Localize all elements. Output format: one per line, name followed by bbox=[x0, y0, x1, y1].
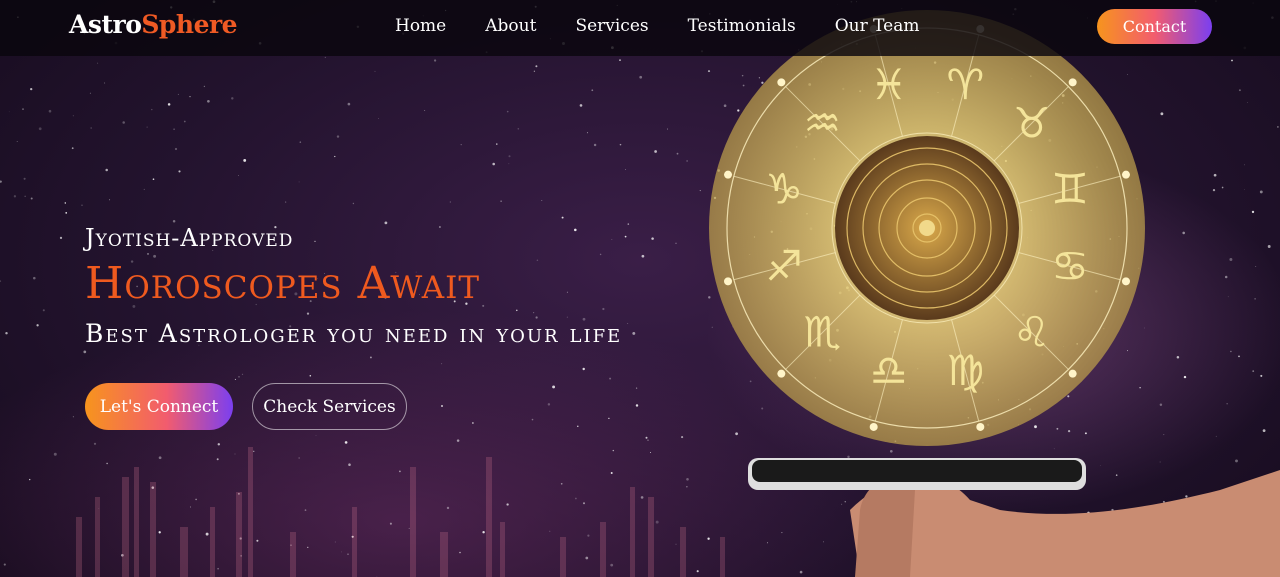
zodiac-glyph-icon: ♈ bbox=[946, 60, 984, 109]
zodiac-glyph-icon: ♐ bbox=[765, 241, 803, 290]
hero-headline: Horoscopes Await bbox=[85, 258, 481, 309]
lets-connect-button[interactable]: Let's Connect bbox=[85, 383, 233, 430]
nav-home[interactable]: Home bbox=[395, 16, 446, 36]
nav-menu: Home About Services Testimonials Our Tea… bbox=[395, 16, 959, 36]
contact-button[interactable]: Contact bbox=[1097, 9, 1212, 44]
zodiac-glyph-icon: ♏ bbox=[804, 308, 842, 357]
zodiac-glyph-icon: ♉ bbox=[1013, 98, 1051, 147]
nav-testimonials[interactable]: Testimonials bbox=[688, 16, 796, 36]
brand-logo[interactable]: AstroSphere bbox=[69, 10, 238, 39]
zodiac-glyph-icon: ♋ bbox=[1051, 241, 1089, 290]
nav-services[interactable]: Services bbox=[575, 16, 648, 36]
zodiac-glyph-icon: ♎ bbox=[870, 346, 908, 395]
hero-subline: Best Astrologer you need in your life bbox=[85, 319, 623, 348]
zodiac-glyph-icon: ♊ bbox=[1051, 165, 1089, 214]
check-services-button[interactable]: Check Services bbox=[252, 383, 407, 430]
zodiac-glyph-icon: ♑ bbox=[765, 165, 803, 214]
zodiac-glyph-icon: ♒ bbox=[804, 98, 842, 147]
top-navbar: AstroSphere Home About Services Testimon… bbox=[0, 0, 1280, 56]
brand-logo-part2: Sphere bbox=[141, 10, 238, 39]
zodiac-glyph-icon: ♓ bbox=[870, 60, 908, 109]
zodiac-wheel: ♓ ♈ ♉♊ ♋♌ ♍ ♎ ♏♐ ♑♒ bbox=[709, 10, 1145, 446]
nav-about[interactable]: About bbox=[485, 16, 536, 36]
hero-eyebrow: Jyotish-Approved bbox=[85, 224, 294, 252]
brand-logo-part1: Astro bbox=[69, 10, 142, 39]
zodiac-glyph-icon: ♌ bbox=[1013, 308, 1051, 357]
nav-our-team[interactable]: Our Team bbox=[835, 16, 920, 36]
phone-hand-illustration bbox=[748, 458, 1280, 577]
zodiac-glyph-icon: ♍ bbox=[946, 346, 984, 395]
